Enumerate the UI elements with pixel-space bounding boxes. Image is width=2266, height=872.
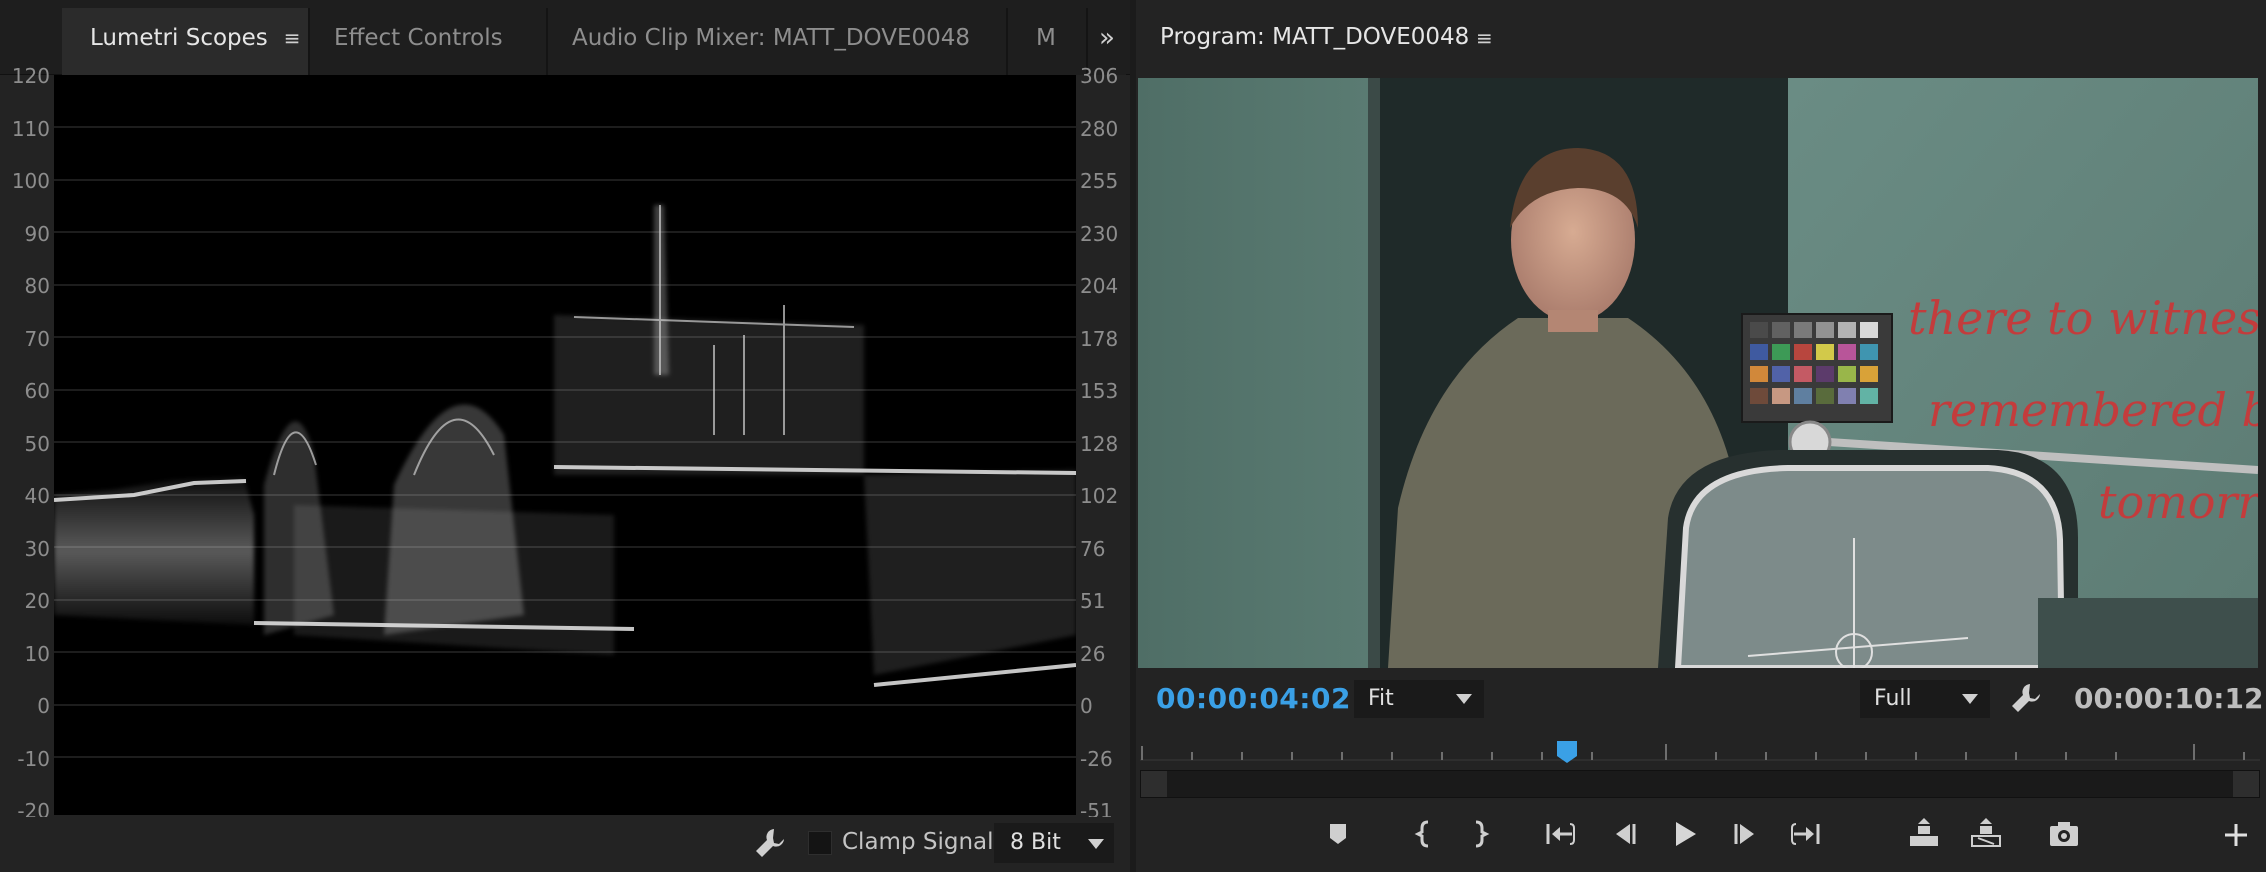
program-monitor-title[interactable]: Program: MATT_DOVE0048 <box>1160 24 1469 50</box>
axis-tick-right: 102 <box>1080 484 1119 508</box>
chevron-down-icon <box>1088 839 1104 849</box>
axis-tick-right: 306 <box>1080 64 1119 88</box>
scrollbar-right-handle[interactable] <box>2233 771 2259 797</box>
mark-in-icon[interactable] <box>1404 814 1444 854</box>
axis-tick-right: 26 <box>1080 642 1106 666</box>
go-to-out-icon[interactable] <box>1786 814 1826 854</box>
program-video-frame[interactable]: there to witness toda remembered beyond … <box>1138 78 2258 668</box>
playback-resolution-select[interactable]: Full <box>1860 680 1990 718</box>
clamp-signal-checkbox[interactable] <box>808 831 832 855</box>
axis-tick-right: 230 <box>1080 222 1119 246</box>
axis-tick-right: 204 <box>1080 274 1119 298</box>
chevron-down-icon <box>1456 694 1472 704</box>
tab-audio-clip-mixer-label: Audio Clip Mixer: MATT_DOVE0048 <box>572 25 971 51</box>
wall-text-line: there to witness toda <box>1908 291 2258 345</box>
mark-out-icon[interactable] <box>1460 814 1500 854</box>
axis-tick-left: 70 <box>24 327 50 351</box>
extract-icon[interactable] <box>1966 814 2006 854</box>
wall-text-line: remembered beyond <box>1928 383 2258 437</box>
playhead-marker[interactable] <box>1556 740 1578 764</box>
chevron-down-icon <box>1962 694 1978 704</box>
playback-resolution-value: Full <box>1874 686 1912 711</box>
axis-tick-left: 50 <box>24 432 50 456</box>
play-icon[interactable] <box>1664 814 1704 854</box>
axis-tick-left: 100 <box>11 169 50 193</box>
axis-tick-left: 40 <box>24 484 50 508</box>
lift-icon[interactable] <box>1904 814 1944 854</box>
premiere-workspace: Lumetri Scopes ≡ Effect Controls Audio Cl… <box>0 0 2266 872</box>
bit-depth-select[interactable]: 8 Bit <box>994 823 1114 863</box>
timecode-row: 00:00:04:02 Fit Full 00:00:10:12 <box>1136 676 2266 722</box>
axis-tick-left: 30 <box>24 537 50 561</box>
axis-tick-left: 90 <box>24 222 50 246</box>
transport-controls <box>1136 806 2266 866</box>
tab-lumetri-scopes[interactable]: Lumetri Scopes ≡ <box>62 8 308 75</box>
button-editor-plus-icon[interactable] <box>2216 814 2256 854</box>
scopes-tab-bar: Lumetri Scopes ≡ Effect Controls Audio Cl… <box>0 0 1130 75</box>
axis-tick-right: 0 <box>1080 694 1093 718</box>
scope-settings-wrench-icon[interactable] <box>752 825 788 861</box>
scrollbar-left-handle[interactable] <box>1141 771 1167 797</box>
tab-truncated[interactable]: M <box>1008 8 1086 75</box>
axis-tick-left: 120 <box>11 64 50 88</box>
axis-tick-left: 20 <box>24 589 50 613</box>
tab-effect-controls-label: Effect Controls <box>334 25 503 51</box>
program-monitor-header: Program: MATT_DOVE0048 ≡ <box>1136 8 2266 75</box>
axis-tick-right: 153 <box>1080 379 1119 403</box>
program-monitor-panel: Program: MATT_DOVE0048 ≡ there to witne … <box>1136 0 2266 872</box>
axis-tick-right: 128 <box>1080 432 1119 456</box>
zoom-scrollbar[interactable] <box>1140 770 2260 798</box>
duration-timecode: 00:00:10:12 <box>2074 682 2264 715</box>
axis-tick-right: -26 <box>1080 747 1113 771</box>
axis-tick-left: -10 <box>17 747 50 771</box>
step-forward-icon[interactable] <box>1726 814 1766 854</box>
tab-audio-clip-mixer[interactable]: Audio Clip Mixer: MATT_DOVE0048 <box>548 8 1006 75</box>
axis-tick-right: 255 <box>1080 169 1119 193</box>
axis-tick-right: 76 <box>1080 537 1106 561</box>
axis-tick-left: 80 <box>24 274 50 298</box>
export-frame-camera-icon[interactable] <box>2044 814 2084 854</box>
panel-menu-icon[interactable]: ≡ <box>1476 26 1493 50</box>
tab-truncated-label: M <box>1036 25 1056 51</box>
axis-tick-right: 178 <box>1080 327 1119 351</box>
waveform-scope: 120 110 100 90 80 70 60 50 40 30 20 10 0… <box>0 64 1130 823</box>
wall-text-line: tomorr <box>2098 475 2258 529</box>
axis-tick-right: 280 <box>1080 117 1119 141</box>
axis-tick-left: 0 <box>37 694 50 718</box>
tab-lumetri-scopes-label: Lumetri Scopes <box>90 25 268 51</box>
axis-tick-left: 110 <box>11 117 50 141</box>
tab-effect-controls[interactable]: Effect Controls <box>310 8 546 75</box>
lumetri-scopes-panel: Lumetri Scopes ≡ Effect Controls Audio Cl… <box>0 0 1130 872</box>
zoom-level-select[interactable]: Fit <box>1354 680 1484 718</box>
axis-tick-left: 10 <box>24 642 50 666</box>
scopes-footer: Clamp Signal 8 Bit <box>0 817 1130 872</box>
zoom-level-value: Fit <box>1368 686 1394 711</box>
add-marker-icon[interactable] <box>1318 814 1358 854</box>
clamp-signal-label: Clamp Signal <box>842 829 994 855</box>
time-ruler[interactable] <box>1140 730 2260 768</box>
waveform-plot <box>54 75 1076 815</box>
settings-wrench-icon[interactable] <box>2008 680 2044 716</box>
go-to-in-icon[interactable] <box>1540 814 1580 854</box>
axis-tick-left: 60 <box>24 379 50 403</box>
step-back-icon[interactable] <box>1604 814 1644 854</box>
axis-tick-right: 51 <box>1080 589 1106 613</box>
current-timecode[interactable]: 00:00:04:02 <box>1156 682 1351 715</box>
bit-depth-value: 8 Bit <box>1010 830 1061 855</box>
tab-menu-icon[interactable]: ≡ <box>284 8 301 68</box>
